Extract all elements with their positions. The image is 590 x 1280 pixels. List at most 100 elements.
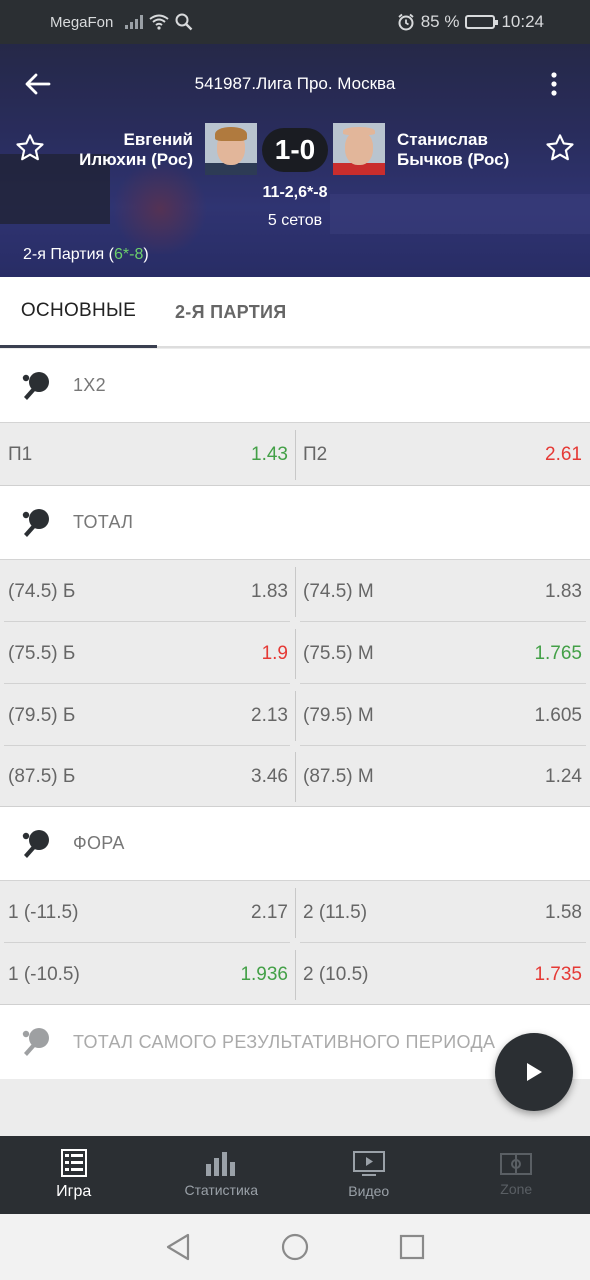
outcome-name: 2 (10.5) (303, 963, 369, 985)
game-icon (60, 1149, 87, 1177)
period-suffix: ) (143, 246, 149, 263)
odds-value: 1.9 (261, 642, 288, 664)
odds-cell-p2[interactable]: П2 2.61 (303, 424, 582, 485)
outcome-name: (79.5) М (303, 704, 374, 726)
nav-game[interactable]: Игра (0, 1136, 148, 1214)
odds-cell-under[interactable]: (87.5) М 1.24 (303, 746, 582, 807)
nav-label: Видео (348, 1183, 390, 1199)
more-menu-button[interactable] (538, 68, 570, 100)
odds-cell-handicap2[interactable]: 2 (11.5) 1.58 (303, 882, 582, 943)
team2-avatar (333, 123, 385, 175)
back-triangle-icon[interactable] (165, 1233, 191, 1261)
odds-cell-handicap1[interactable]: 1 (-10.5) 1.936 (8, 944, 288, 1005)
nav-statistics[interactable]: Статистика (148, 1136, 296, 1214)
odds-value: 2.17 (251, 901, 288, 923)
sets-count: 5 сетов (267, 212, 323, 229)
divider (295, 629, 296, 679)
odds-cell-over[interactable]: (87.5) Б 3.46 (8, 746, 288, 807)
divider (4, 942, 290, 943)
odds-cell-under[interactable]: (75.5) М 1.765 (303, 623, 582, 684)
play-video-button[interactable] (495, 1033, 573, 1111)
odds-row: 1 (-11.5) 2.17 2 (11.5) 1.58 (0, 882, 590, 943)
outcome-name: (75.5) Б (8, 642, 76, 664)
divider (295, 888, 296, 938)
odds-cell-under[interactable]: (79.5) М 1.605 (303, 685, 582, 746)
recents-square-icon[interactable] (399, 1234, 425, 1260)
section-title: ФОРА (73, 833, 125, 853)
team1-first-name: Евгений (123, 130, 194, 149)
divider (295, 691, 296, 741)
match-header: 541987.Лига Про. Москва Евгений Илюхин (… (0, 44, 590, 277)
team1-name[interactable]: Евгений Илюхин (Рос) (79, 130, 193, 170)
nav-label: Статистика (184, 1182, 259, 1198)
odds-row: (75.5) Б 1.9 (75.5) М 1.765 (0, 623, 590, 684)
outcome-name: 1 (-11.5) (8, 901, 79, 923)
table-tennis-icon (22, 371, 49, 400)
team2-name[interactable]: Станислав Бычков (Рос) (397, 130, 509, 170)
odds-value: 1.24 (545, 765, 582, 787)
video-icon (352, 1151, 385, 1176)
odds-cell-under[interactable]: (74.5) М 1.83 (303, 561, 582, 622)
divider (300, 621, 586, 622)
nav-video[interactable]: Видео (295, 1136, 443, 1214)
odds-value: 1.83 (251, 580, 288, 602)
odds-value: 1.43 (251, 443, 288, 465)
market-tabs: ОСНОВНЫЕ 2-Я ПАРТИЯ (0, 277, 590, 348)
alarm-icon (398, 13, 414, 31)
outcome-name: (74.5) Б (8, 580, 76, 602)
section-handicap-header[interactable]: ФОРА (0, 807, 590, 881)
divider (295, 950, 296, 1000)
outcome-name: П1 (8, 443, 33, 465)
favorite-team1-button[interactable] (14, 132, 46, 169)
team1-last-name: Илюхин (Рос) (79, 150, 193, 169)
odds-cell-handicap2[interactable]: 2 (10.5) 1.735 (303, 944, 582, 1005)
nav-zone[interactable]: Zone (443, 1136, 590, 1214)
odds-value: 1.83 (545, 580, 582, 602)
outcome-name: (74.5) М (303, 580, 374, 602)
home-circle-icon[interactable] (281, 1233, 309, 1261)
system-navigation-bar (0, 1214, 590, 1280)
odds-value: 1.605 (534, 704, 582, 726)
tab-main[interactable]: ОСНОВНЫЕ (0, 277, 157, 348)
nav-label: Zone (500, 1181, 533, 1197)
wifi-icon (149, 14, 169, 30)
odds-row: (87.5) Б 3.46 (87.5) М 1.24 (0, 746, 590, 807)
bottom-navigation: Игра Статистика Видео Zone (0, 1136, 590, 1214)
odds-row: 1 (-10.5) 1.936 2 (10.5) 1.735 (0, 944, 590, 1005)
odds-cell-over[interactable]: (75.5) Б 1.9 (8, 623, 288, 684)
section-title: ТОТАЛ САМОГО РЕЗУЛЬТАТИВНОГО ПЕРИОДА (73, 1031, 496, 1052)
divider (300, 683, 586, 684)
odds-cell-over[interactable]: (79.5) Б 2.13 (8, 685, 288, 746)
stats-icon (206, 1152, 236, 1176)
status-bar: MegaFon 85 % 10:24 (0, 0, 590, 44)
favorite-team2-button[interactable] (544, 132, 576, 169)
outcome-name: (79.5) Б (8, 704, 76, 726)
odds-row: П1 1.43 П2 2.61 (0, 424, 590, 485)
search-icon (175, 13, 193, 31)
outcome-name: П2 (303, 443, 328, 465)
outcome-name: (87.5) М (303, 765, 374, 787)
divider (295, 752, 296, 802)
divider (295, 430, 296, 480)
play-icon (527, 1063, 542, 1081)
match-score: 1-0 (262, 128, 328, 172)
outcome-name: 1 (-10.5) (8, 963, 80, 985)
odds-row: (74.5) Б 1.83 (74.5) М 1.83 (0, 561, 590, 622)
tab-second-set[interactable]: 2-Я ПАРТИЯ (175, 277, 287, 348)
team2-first-name: Станислав (397, 130, 488, 149)
more-vertical-icon (551, 72, 557, 96)
battery-percent: 85 % (420, 12, 460, 31)
signal-icon (125, 15, 144, 29)
match-title: 541987.Лига Про. Москва (194, 74, 396, 93)
section-title: ТОТАЛ (73, 512, 134, 532)
odds-cell-over[interactable]: (74.5) Б 1.83 (8, 561, 288, 622)
odds-cell-handicap1[interactable]: 1 (-11.5) 2.17 (8, 882, 288, 943)
divider (295, 567, 296, 617)
odds-cell-p1[interactable]: П1 1.43 (8, 424, 288, 485)
section-1x2-header[interactable]: 1X2 (0, 349, 590, 423)
odds-value: 3.46 (251, 765, 288, 787)
odds-value: 1.58 (545, 901, 582, 923)
period-score-b: 8 (134, 246, 144, 263)
section-total-header[interactable]: ТОТАЛ (0, 486, 590, 560)
nav-label: Игра (56, 1183, 92, 1200)
